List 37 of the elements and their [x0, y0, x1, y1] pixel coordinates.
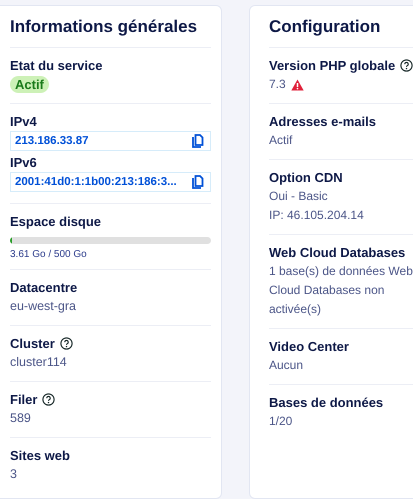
field-value: Actif — [269, 132, 292, 149]
field-value: 7.3 — [269, 76, 286, 93]
field-value: cluster114 — [10, 354, 67, 371]
field-label: Version PHP globale — [269, 57, 396, 75]
field-value: Oui - Basic — [269, 188, 328, 205]
field-label: Option CDN — [269, 169, 343, 187]
disk-usage-text: 3.61 Go / 500 Go — [10, 249, 88, 260]
field-value: 589 — [10, 410, 31, 427]
field-label: IPv4 — [10, 113, 38, 131]
field-value: 1/20 — [269, 413, 292, 430]
field-label: Etat du service — [10, 57, 104, 75]
field-label: Sites web — [10, 447, 70, 465]
card-title: Configuration — [269, 16, 382, 38]
field-label: Web Cloud Databases — [269, 244, 406, 262]
field-value: IP: 46.105.204.14 — [269, 207, 364, 224]
field-value: Aucun — [269, 357, 304, 374]
copy-icon[interactable] — [192, 175, 204, 189]
address-field[interactable]: 2001:41d0:1:1b00:213:186:3... — [10, 172, 211, 192]
copy-icon[interactable] — [192, 134, 204, 148]
field-label: Bases de données — [269, 394, 384, 412]
field-label: Filer — [10, 391, 38, 409]
field-value: eu-west-gra — [10, 298, 76, 315]
field-label: Datacentre — [10, 279, 78, 297]
card-title: Informations générales — [10, 16, 198, 38]
field-label: Video Center — [269, 338, 349, 356]
help-icon[interactable] — [60, 337, 73, 350]
field-label: Cluster — [10, 335, 55, 353]
field-label: Espace disque — [10, 213, 102, 231]
address-field[interactable]: 213.186.33.87 — [10, 131, 211, 151]
field-label: Adresses e-mails — [269, 113, 376, 131]
help-icon[interactable] — [42, 393, 56, 406]
help-icon[interactable] — [400, 59, 413, 72]
warning-icon — [290, 78, 304, 90]
field-value: 3 — [10, 466, 17, 483]
field-value: 1 base(s) de données Web Cloud Databases non activée(s) — [269, 263, 413, 318]
status-badge: Actif — [10, 76, 49, 93]
field-label: IPv6 — [10, 154, 38, 172]
